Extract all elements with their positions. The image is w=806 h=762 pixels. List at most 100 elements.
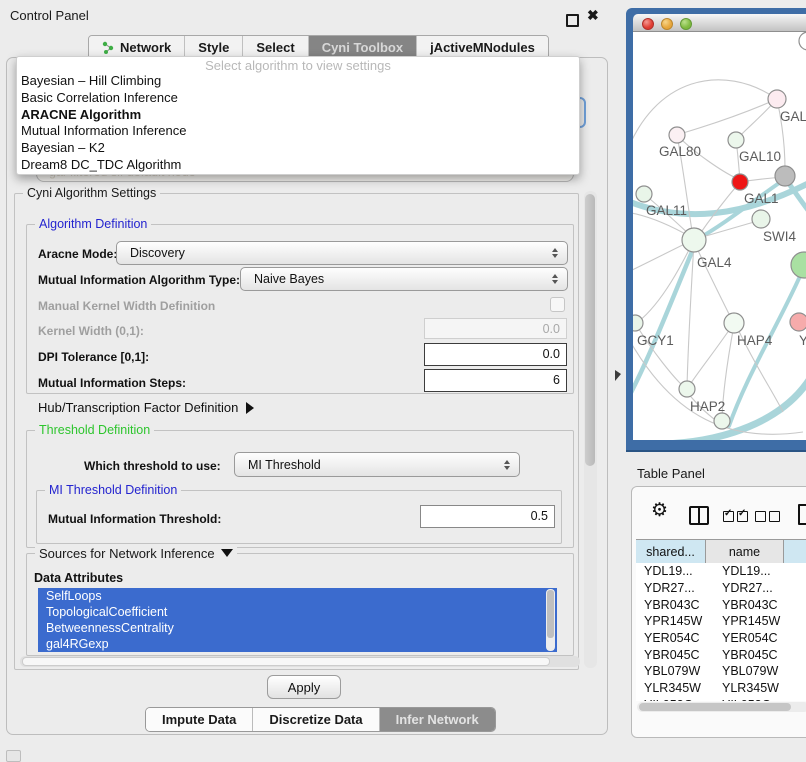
table-horizontal-scrollbar[interactable]	[637, 702, 806, 712]
table-row[interactable]: YBL079WYBL079W	[636, 663, 806, 680]
algorithm-item[interactable]: ARACNE Algorithm	[17, 107, 579, 124]
table-cell: 9	[800, 698, 806, 701]
node-partial-top[interactable]	[799, 32, 806, 50]
table-rows[interactable]: YDL19...YDL19...13YDR27...YDR27...12YBR0…	[636, 563, 806, 701]
which-threshold-combo[interactable]: MI Threshold	[234, 452, 520, 477]
attributes-scrollbar-thumb[interactable]	[547, 590, 554, 638]
sources-group-title[interactable]: Sources for Network Inference	[35, 546, 237, 561]
zoom-traffic-light-icon[interactable]	[680, 18, 692, 30]
data-attributes-label: Data Attributes	[34, 571, 123, 585]
column-header-name[interactable]: name	[706, 540, 784, 563]
table-cell: 13	[800, 564, 806, 578]
settings-scrollbar-thumb[interactable]	[585, 194, 595, 466]
collapsed-panel-icon[interactable]	[6, 750, 21, 762]
node-bottom[interactable]	[714, 413, 730, 429]
table-cell: 9.	[800, 614, 806, 628]
tab-infer-network[interactable]: Infer Network	[380, 708, 495, 731]
tab-impute-data[interactable]: Impute Data	[146, 708, 253, 731]
mi-steps-field[interactable]: 6	[424, 369, 567, 392]
mi-threshold-field[interactable]: 0.5	[420, 505, 555, 528]
threshold-definition-title: Threshold Definition	[35, 423, 154, 437]
manual-kernel-label: Manual Kernel Width Definition	[38, 299, 215, 313]
network-window-titlebar[interactable]	[633, 14, 806, 32]
aracne-mode-label: Aracne Mode:	[38, 247, 117, 261]
close-traffic-light-icon[interactable]	[642, 18, 654, 30]
deselect-all-checkboxes-icon[interactable]	[755, 509, 783, 527]
attribute-item-selected[interactable]: BetweennessCentrality	[38, 620, 557, 636]
algorithm-item[interactable]: Bayesian – Hill Climbing	[17, 73, 579, 90]
manual-kernel-checkbox[interactable]	[550, 297, 565, 312]
network-canvas[interactable]: GAL GAL80 GAL10 GAL1 GAL11 SWI4 GAL4 GCY…	[633, 32, 806, 440]
node-gal4[interactable]	[682, 228, 706, 252]
node-gal1[interactable]	[732, 174, 748, 190]
aracne-mode-combo[interactable]: Discovery	[116, 241, 568, 265]
node-gal10[interactable]	[728, 132, 744, 148]
node-pink-right[interactable]	[790, 313, 806, 331]
tab-network-label: Network	[120, 40, 171, 55]
aracne-mode-value: Discovery	[130, 246, 185, 260]
node-hap4[interactable]	[724, 313, 744, 333]
node-swi4[interactable]	[752, 210, 770, 228]
table-row[interactable]: YDR27...YDR27...12	[636, 580, 806, 597]
page-icon[interactable]	[798, 504, 806, 525]
dpi-tolerance-field[interactable]: 0.0	[424, 343, 567, 366]
algorithm-item[interactable]: Dream8 DC_TDC Algorithm	[17, 157, 579, 174]
node-label: HAP2	[690, 399, 725, 414]
settings-scrollbar[interactable]	[584, 191, 597, 668]
columns-icon[interactable]	[689, 506, 709, 525]
node-gal80[interactable]	[669, 127, 685, 143]
table-cell: YER054C	[714, 631, 800, 645]
close-icon[interactable]: ✖	[587, 7, 599, 24]
table-cell: YLR345W	[636, 681, 714, 695]
attribute-item-selected[interactable]: gal4RGexp	[38, 636, 557, 652]
table-row[interactable]: YBR043CYBR043C	[636, 596, 806, 613]
table-row[interactable]: YIL052CYIL052C9	[636, 697, 806, 702]
table-row[interactable]: YPR145WYPR145W9.	[636, 613, 806, 630]
kernel-width-label: Kernel Width (0,1):	[38, 324, 144, 338]
algorithm-item[interactable]: Mutual Information Inference	[17, 123, 579, 140]
table-cell: 12	[800, 581, 806, 595]
algorithm-item[interactable]: Basic Correlation Inference	[17, 90, 579, 107]
column-header-partial[interactable]	[784, 540, 806, 563]
spinner-icon	[552, 248, 558, 258]
table-cell: YPR145W	[714, 614, 800, 628]
node-gal11[interactable]	[636, 186, 652, 202]
settings-horizontal-scrollbar[interactable]	[20, 656, 580, 667]
node-hap2[interactable]	[679, 381, 695, 397]
mi-type-combo[interactable]: Naive Bayes	[240, 267, 568, 291]
tab-discretize-data[interactable]: Discretize Data	[253, 708, 379, 731]
node-big-green[interactable]	[791, 252, 806, 278]
select-all-checkboxes-icon[interactable]	[723, 509, 751, 527]
edge	[683, 99, 777, 133]
algorithm-item[interactable]: Bayesian – K2	[17, 140, 579, 157]
screen: Control Panel ✖ Network Style Select Cyn…	[0, 0, 806, 762]
settings-horizontal-scrollbar-thumb[interactable]	[22, 657, 550, 666]
node-gray[interactable]	[775, 166, 795, 186]
attribute-item-selected[interactable]: TopologicalCoefficient	[38, 604, 557, 620]
node-label: GAL80	[659, 144, 701, 159]
minimize-traffic-light-icon[interactable]	[661, 18, 673, 30]
table-row[interactable]: YDL19...YDL19...13	[636, 563, 806, 580]
kernel-width-field[interactable]: 0.0	[424, 318, 567, 339]
apply-button[interactable]: Apply	[267, 675, 341, 699]
table-row[interactable]: YER054CYER054C8.	[636, 630, 806, 647]
mi-type-label: Mutual Information Algorithm Type:	[38, 273, 240, 287]
node-label: SWI4	[763, 229, 796, 244]
node-label: GAL10	[739, 149, 781, 164]
data-attributes-list[interactable]: SelfLoopsTopologicalCoefficientBetweenne…	[38, 588, 557, 652]
table-horizontal-scrollbar-thumb[interactable]	[639, 703, 791, 711]
node-label: Y	[799, 333, 806, 348]
attributes-scrollbar[interactable]	[546, 589, 555, 651]
float-window-icon[interactable]	[566, 14, 579, 27]
collapse-down-icon	[221, 549, 233, 557]
node-gal-top[interactable]	[768, 90, 786, 108]
gear-icon[interactable]: ⚙	[651, 499, 668, 522]
attribute-item-selected[interactable]: SelfLoops	[38, 588, 557, 604]
hub-definition-expander[interactable]: Hub/Transcription Factor Definition	[38, 400, 254, 415]
table-row[interactable]: YBR045CYBR045C9.	[636, 646, 806, 663]
table-row[interactable]: YLR345WYLR345W9.	[636, 680, 806, 697]
node-label: GAL	[780, 109, 806, 124]
table-panel-body: ⚙ shared... name YDL19...YDL19...13YDR27…	[631, 486, 806, 738]
column-header-shared-name[interactable]: shared...	[636, 540, 706, 563]
node-gcy1[interactable]	[633, 315, 643, 331]
